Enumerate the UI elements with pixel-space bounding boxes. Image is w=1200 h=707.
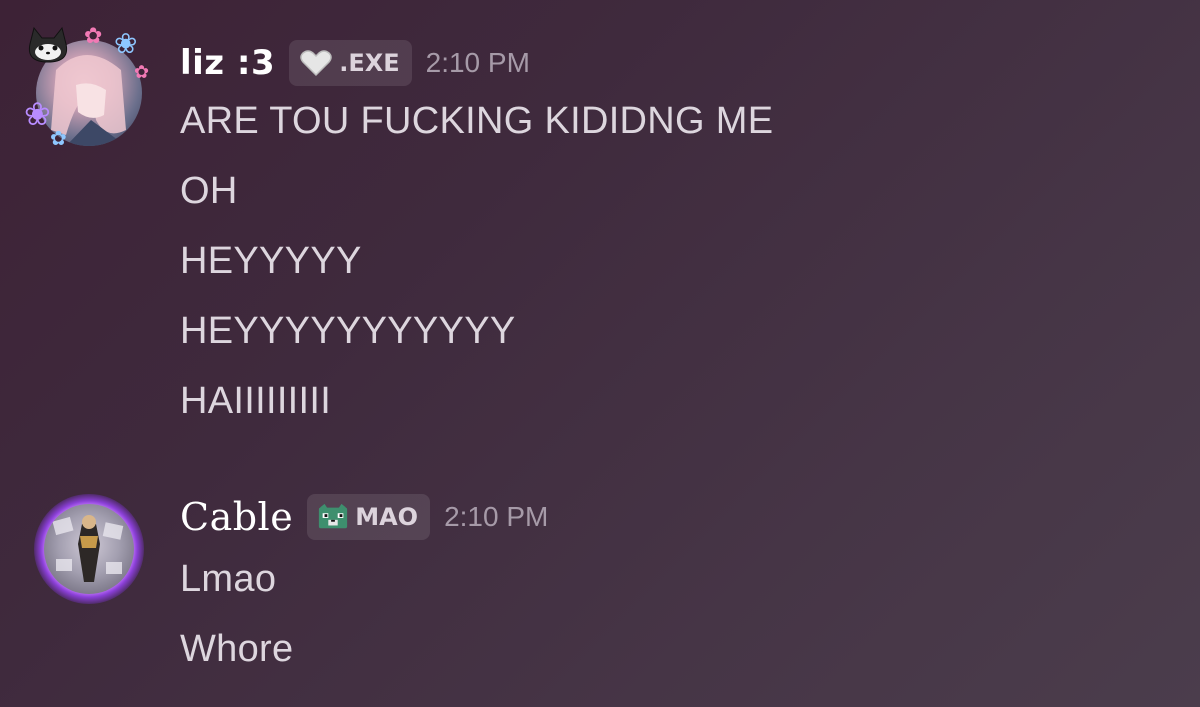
cat-decoration-icon [28,26,68,63]
message-group-liz: ✿ ❀ ✿ ❀ ✿ liz :3 .EXE 2:10 PM ARE TOU FU… [0,0,1200,440]
timestamp: 2:10 PM [425,47,530,78]
message-line: HAIIIIIIIII [180,380,332,422]
message-line: Lmao [180,558,277,600]
cat-face-icon [319,503,348,529]
purple-flower-icon: ❀ [24,95,51,133]
pink-flower-icon: ✿ [134,62,150,83]
message-line: HEYYYYY [180,240,362,282]
message-line: ARE TOU FUCKING KIDIDNG ME [180,100,774,142]
server-tag-label: MAO [355,503,419,531]
server-tag-label: .EXE [339,49,400,77]
message-header: Cable MAO 2:10 PM [180,492,548,542]
avatar-cable[interactable] [34,494,144,604]
message-line: OH [180,170,238,212]
message-header: liz :3 .EXE 2:10 PM [180,38,530,88]
character-illustration [52,515,124,582]
message-line: HEYYYYYYYYYYY [180,310,516,352]
blue-flower-icon: ❀ [114,27,138,60]
username[interactable]: Cable [180,495,293,539]
server-tag[interactable]: MAO [307,494,431,540]
avatar-image [44,504,134,594]
avatar-liz[interactable]: ✿ ❀ ✿ ❀ ✿ [24,26,149,150]
heart-icon [300,50,332,77]
pink-flower-icon: ✿ [84,24,103,49]
message-line: Whore [180,628,294,670]
server-tag[interactable]: .EXE [289,40,412,86]
timestamp: 2:10 PM [444,501,549,532]
username[interactable]: liz :3 [180,43,275,83]
blue-flower-icon: ✿ [50,126,67,150]
message-group-cable: Cable MAO 2:10 PM Lmao Whore [0,470,1200,707]
